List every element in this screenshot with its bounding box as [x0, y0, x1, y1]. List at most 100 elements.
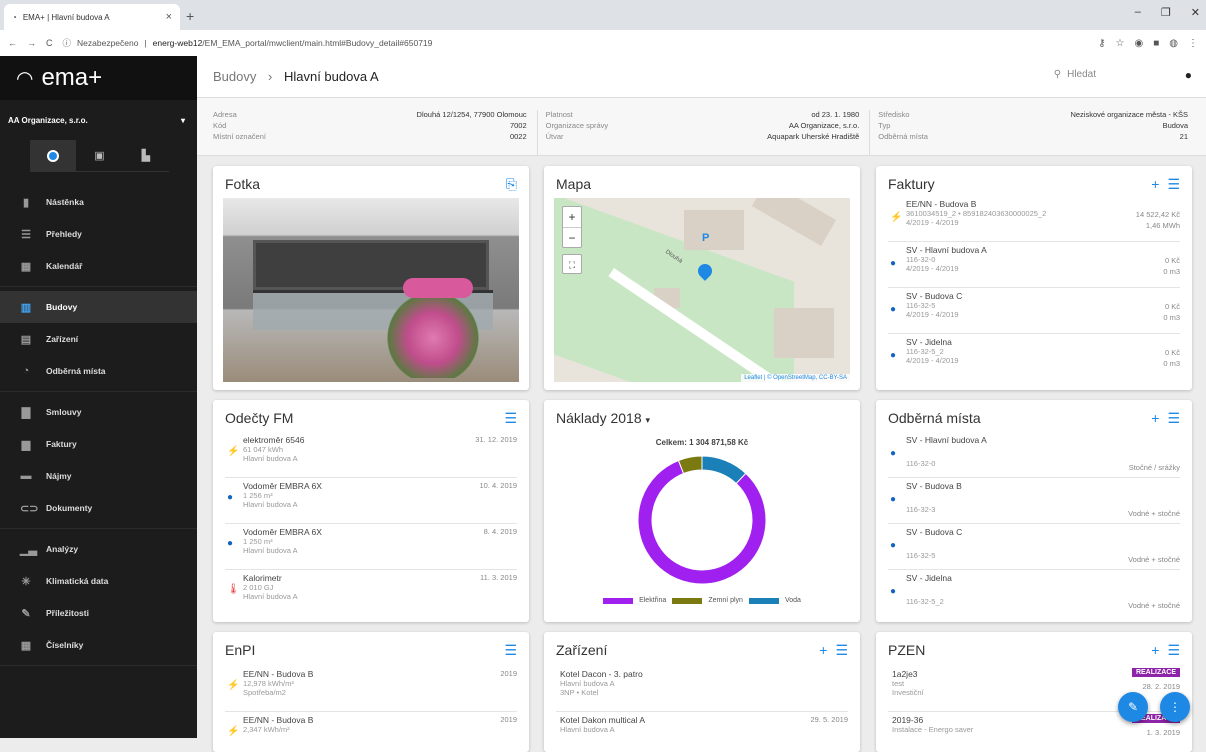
forward-icon[interactable]: → [27, 38, 36, 48]
invoices-list: EE/NN - Budova B ⚡ 3610034519_2 • 85918240… [888, 196, 1180, 380]
sidebar-item-calendar[interactable]: ▦ Kalendář [0, 250, 197, 282]
close-window-icon[interactable]: ✕ [1191, 6, 1200, 19]
browser-tab[interactable]: ◔ EMA+ | Hlavní budova A × [4, 4, 180, 30]
maximize-icon[interactable]: ❐ [1161, 6, 1171, 19]
add-icon[interactable]: + [819, 642, 827, 659]
sidebar-item-list[interactable]: ☰ Přehledy [0, 218, 197, 250]
enpi-item[interactable]: EE/NN - Budova B ⚡ 12,978 kWh/m² Spotřeba/m… [225, 666, 517, 712]
add-icon[interactable]: + [1151, 176, 1159, 193]
meter-point-item[interactable]: SV - Jidelna ● 116-32-5_2 Vodné + stočné [888, 570, 1180, 616]
device-icon: ▤ [20, 333, 32, 346]
sidebar-tab-cards[interactable]: ▣ [76, 140, 122, 171]
star-icon[interactable]: ☆ [1116, 38, 1125, 49]
breadcrumb-parent[interactable]: Budovy [213, 69, 256, 84]
sidebar-item-meter[interactable]: ◔ Odběrná místa [0, 355, 197, 387]
legend-label[interactable]: Voda [785, 597, 801, 604]
profile-icon[interactable]: ◍ [1169, 38, 1178, 49]
legend-swatch [748, 597, 779, 604]
invoice-item[interactable]: SV - Hlavní budova A ● 116-32-0 4/2019 - 4/… [888, 242, 1180, 288]
window-controls: – ❐ ✕ [1135, 6, 1200, 19]
document-icon: ⊂⊃ [20, 502, 39, 515]
organization-select[interactable]: AA Organizace, s.r.o. ▾ [0, 100, 197, 140]
sidebar-item-dashboard[interactable]: ▮ Nástěnka [0, 186, 197, 218]
pzen-date: 1. 3. 2019 [1146, 728, 1180, 737]
meter-point-item[interactable]: SV - Budova C ● 116-32-5 Vodné + stočné [888, 524, 1180, 570]
sidebar-tab-modules[interactable] [30, 140, 77, 171]
device-date: 29. 5. 2019 [810, 715, 848, 724]
new-tab-icon[interactable]: + [186, 8, 194, 24]
add-icon[interactable]: + [1151, 410, 1159, 427]
readings-actions: ☰ [504, 410, 517, 427]
building-photo[interactable] [223, 198, 519, 382]
sidebar-item-codebook[interactable]: ▦ Číselníky [0, 629, 197, 661]
legend-label[interactable]: Elektřina [639, 597, 666, 604]
list-icon[interactable]: ☰ [835, 642, 848, 659]
sidebar-item-rent[interactable]: ▬ Nájmy [0, 460, 197, 492]
info-label: Adresa [213, 110, 237, 119]
key-icon[interactable]: ⚷ [1098, 38, 1105, 49]
zoom-out-icon[interactable]: − [563, 227, 581, 248]
map-view[interactable]: P Dlouhá + − ⛶ Leaflet | © OpenStreetMap… [554, 198, 850, 382]
url-field[interactable]: ⓘ Nezabezpečeno | energ-web12/EM_EMA_por… [63, 37, 1089, 49]
meter-point-name: SV - Jidelna [906, 573, 952, 583]
sidebar-item-invoice[interactable]: ▆ Faktury [0, 428, 197, 460]
invoice-item[interactable]: EE/NN - Budova B ⚡ 3610034519_2 • 85918240… [888, 196, 1180, 242]
sidebar-item-label: Budovy [46, 302, 78, 312]
edit-fab[interactable]: ✎ [1118, 692, 1148, 722]
url-host: energ-web12 [152, 38, 203, 48]
sidebar-item-label: Příležitosti [46, 608, 89, 618]
device-item[interactable]: Kotel Dacon - 3. patro Hlavní budova A 3NP… [556, 666, 848, 712]
donut-slice-Voda[interactable] [701, 455, 747, 485]
legend-label[interactable]: Zemní plyn [708, 597, 743, 604]
photo-upload-icon[interactable]: ⎘ [506, 176, 517, 193]
sidebar-item-document[interactable]: ⊂⊃ Dokumenty [0, 492, 197, 524]
building-icon: ▥ [20, 301, 32, 314]
list-icon[interactable]: ☰ [504, 642, 517, 659]
sidebar-item-analytics[interactable]: ▁▃ Analýzy [0, 533, 197, 565]
minimize-icon[interactable]: – [1135, 6, 1141, 19]
sidebar-tab-buildings[interactable]: ▙ [123, 140, 169, 171]
reading-item[interactable]: Vodoměr EMBRA 6X ● 1 250 m³ Hlavní budova A… [225, 524, 517, 570]
points-card: Odběrná místa + ☰ SV - Hlavní budova A ● 11… [876, 400, 1192, 622]
reading-item[interactable]: Kalorimetr 🌡 2 010 GJ Hlavní budova A 11. 3.… [225, 570, 517, 616]
extension2-icon[interactable]: ■ [1153, 38, 1159, 49]
sidebar-item-device[interactable]: ▤ Zařízení [0, 323, 197, 355]
enpi-item[interactable]: EE/NN - Budova B ⚡ 2,347 kWh/m² 2019 [225, 712, 517, 752]
list-icon[interactable]: ☰ [1167, 642, 1180, 659]
add-icon[interactable]: + [1151, 642, 1159, 659]
close-tab-icon[interactable]: × [166, 11, 172, 23]
reading-item[interactable]: elektroměr 6546 ⚡ 61 047 kWh Hlavní budova … [225, 432, 517, 478]
sidebar-item-building[interactable]: ▥ Budovy [0, 291, 197, 323]
back-icon[interactable]: ← [8, 38, 17, 48]
invoice-item[interactable]: SV - Jidelna ● 116-32-5_2 4/2019 - 4/2019 0 … [888, 334, 1180, 380]
menu-icon[interactable]: ⋮ [1188, 38, 1198, 49]
list-icon[interactable]: ☰ [504, 410, 517, 427]
sidebar-item-climate[interactable]: ✳ Klimatická data [0, 565, 197, 597]
readings-card: Odečty FM ☰ elektroměr 6546 ⚡ 61 047 kWh Hl… [213, 400, 529, 622]
zoom-in-icon[interactable]: + [563, 207, 581, 227]
thermometer-icon: 🌡 [227, 584, 240, 595]
status-badge: REALIZACE [1131, 668, 1180, 677]
sidebar-item-contract[interactable]: ▇ Smlouvy [0, 396, 197, 428]
reload-icon[interactable]: C [46, 38, 53, 48]
reading-item[interactable]: Vodoměr EMBRA 6X ● 1 256 m³ Hlavní budova A… [225, 478, 517, 524]
app-logo[interactable]: ◠ ema+ [0, 56, 197, 100]
nav-group: ▥ Budovy ▤ Zařízení ◔ Odběrná místa [0, 287, 197, 392]
fullscreen-icon[interactable]: ⛶ [562, 254, 582, 274]
sidebar-item-opportunity[interactable]: ✎ Příležitosti [0, 597, 197, 629]
invoice-item[interactable]: SV - Budova C ● 116-32-5 4/2019 - 4/2019 0 K… [888, 288, 1180, 334]
search-box[interactable]: ⚲ Hledat [1054, 69, 1096, 80]
sidebar-item-label: Faktury [46, 439, 77, 449]
meter-point-item[interactable]: SV - Hlavní budova A ● 116-32-0 Stočné / sr… [888, 432, 1180, 478]
device-item[interactable]: Kotel Dakon multical A Hlavní budova A 29.… [556, 712, 848, 752]
list-icon[interactable]: ☰ [1167, 410, 1180, 427]
enpi-value: 2,347 kWh/m² [243, 725, 290, 734]
map-attribution[interactable]: Leaflet | © OpenStreetMap, CC-BY-SA [741, 374, 850, 382]
list-icon[interactable]: ☰ [1167, 176, 1180, 193]
more-fab[interactable]: ⋮ [1160, 692, 1190, 722]
donut-slice-Elektřina[interactable] [637, 459, 767, 585]
meter-point-item[interactable]: SV - Budova B ● 116-32-3 Vodné + stočné [888, 478, 1180, 524]
user-icon[interactable]: ● [1185, 68, 1192, 82]
extension-icon[interactable]: ◉ [1134, 38, 1143, 49]
meter-point-name: SV - Budova B [906, 481, 962, 491]
